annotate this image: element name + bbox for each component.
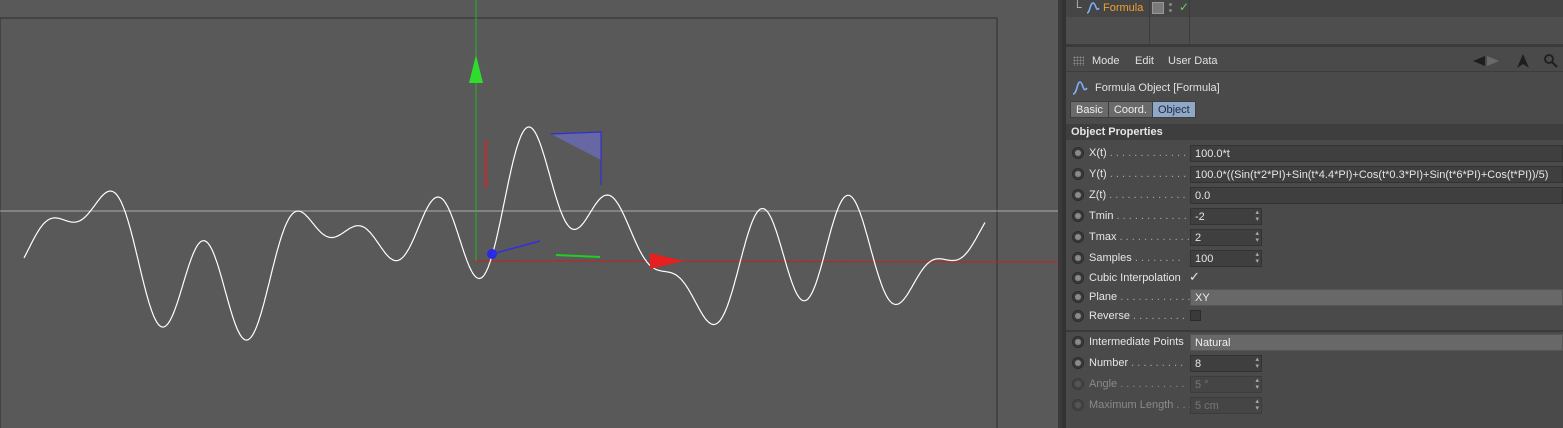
prop-label: Tmin xyxy=(1089,210,1114,222)
animate-radio-icon[interactable] xyxy=(1072,252,1084,264)
prop-zt: Z(t) . . . . . . . . . . . . . 0.0 xyxy=(1066,185,1563,206)
tmin-stepper[interactable]: -2 xyxy=(1190,208,1262,225)
animate-radio-icon[interactable] xyxy=(1072,357,1084,369)
maximum-length-stepper: 5 cm xyxy=(1190,397,1262,414)
menu-mode[interactable]: Mode xyxy=(1092,55,1120,67)
right-panel: └ Formula ✓ Mode Edit User Data Formula … xyxy=(1066,0,1563,428)
animate-radio-icon[interactable] xyxy=(1072,147,1084,159)
prop-maximum-length: Maximum Length . . . . 5 cm xyxy=(1066,395,1563,416)
plane-handle-blue[interactable] xyxy=(551,132,601,160)
column-separator xyxy=(1189,0,1190,47)
prop-cubic-interpolation: Cubic Interpolation ✓ xyxy=(1066,268,1563,289)
animate-radio-icon xyxy=(1072,378,1084,390)
tab-coord[interactable]: Coord. xyxy=(1107,101,1153,118)
animate-radio-icon[interactable] xyxy=(1072,168,1084,180)
viewport[interactable] xyxy=(0,0,1062,428)
cubic-interpolation-checkbox[interactable]: ✓ xyxy=(1189,269,1200,285)
animate-radio-icon[interactable] xyxy=(1072,189,1084,201)
formula-spline-curve[interactable] xyxy=(23,126,986,341)
object-title: Formula Object [Formula] xyxy=(1095,82,1220,94)
samples-stepper[interactable]: 100 xyxy=(1190,250,1262,267)
xt-input[interactable]: 100.0*t xyxy=(1190,145,1563,162)
menu-user-data[interactable]: User Data xyxy=(1168,55,1218,67)
attribute-toolbar: Mode Edit User Data xyxy=(1066,50,1563,72)
plane-dropdown[interactable]: XY xyxy=(1190,289,1563,306)
yt-input[interactable]: 100.0*((Sin(t*2*PI)+Sin(t*4.4*PI)+Cos(t*… xyxy=(1190,166,1563,183)
prop-samples: Samples . . . . . . . . 100 xyxy=(1066,248,1563,269)
x-axis-arrow-handle[interactable] xyxy=(650,253,684,269)
checkmark-icon[interactable]: ✓ xyxy=(1179,0,1189,14)
prop-xt: X(t) . . . . . . . . . . . . . 100.0*t xyxy=(1066,143,1563,164)
tab-basic[interactable]: Basic xyxy=(1070,101,1109,118)
prop-tmax: Tmax . . . . . . . . . . . . 2 xyxy=(1066,227,1563,248)
object-title-row: Formula Object [Formula] xyxy=(1066,78,1563,98)
prop-label: Reverse xyxy=(1089,310,1130,322)
section-title: Object Properties xyxy=(1071,126,1163,138)
plane-handle-green[interactable] xyxy=(555,254,601,258)
intermediate-points-dropdown[interactable]: Natural xyxy=(1190,334,1563,351)
pointer-arrow-icon[interactable] xyxy=(1516,53,1530,69)
viewport-canvas[interactable] xyxy=(0,0,1062,428)
prop-angle: Angle . . . . . . . . . . . 5 ° xyxy=(1066,374,1563,395)
prop-label: Z(t) xyxy=(1089,189,1107,201)
animate-radio-icon xyxy=(1072,399,1084,411)
animate-radio-icon[interactable] xyxy=(1072,272,1084,284)
attribute-tabs: Basic Coord. Object xyxy=(1070,101,1196,118)
prop-label: Number xyxy=(1089,357,1129,369)
tab-object[interactable]: Object xyxy=(1151,101,1196,118)
tree-branch-icon: └ xyxy=(1073,0,1082,14)
prop-label: Angle xyxy=(1089,378,1118,390)
prop-label: X(t) xyxy=(1089,147,1107,159)
visibility-dots-icon[interactable] xyxy=(1169,2,1179,14)
zt-input[interactable]: 0.0 xyxy=(1190,187,1563,204)
section-header: Object Properties xyxy=(1066,124,1563,140)
grip-icon[interactable] xyxy=(1073,56,1084,66)
prop-label: Intermediate Points xyxy=(1089,336,1184,348)
formula-spline-icon xyxy=(1086,2,1100,14)
phong-tag-icon[interactable] xyxy=(1152,2,1164,14)
prop-reverse: Reverse . . . . . . . . . xyxy=(1066,306,1563,327)
angle-stepper: 5 ° xyxy=(1190,376,1262,393)
prop-plane: Plane . . . . . . . . . . . . XY xyxy=(1066,287,1563,308)
prop-yt: Y(t) . . . . . . . . . . . . . 100.0*((S… xyxy=(1066,164,1563,185)
tmax-stepper[interactable]: 2 xyxy=(1190,229,1262,246)
animate-radio-icon[interactable] xyxy=(1072,336,1084,348)
prop-label: Cubic Interpolation xyxy=(1089,272,1181,284)
prop-label: Plane xyxy=(1089,291,1118,303)
animate-radio-icon[interactable] xyxy=(1072,231,1084,243)
object-manager[interactable]: └ Formula ✓ xyxy=(1066,0,1563,47)
world-x-axis-line xyxy=(473,260,1058,263)
render-safe-frame xyxy=(0,17,998,428)
prop-label: Tmax xyxy=(1089,231,1117,243)
prop-number: Number . . . . . . . . . 8 xyxy=(1066,353,1563,374)
y-axis-arrow-handle[interactable] xyxy=(469,55,483,83)
formula-spline-icon xyxy=(1072,81,1088,95)
object-name[interactable]: Formula xyxy=(1103,2,1143,14)
prop-label: Samples xyxy=(1089,252,1132,264)
animate-radio-icon[interactable] xyxy=(1072,310,1084,322)
z-axis-line xyxy=(491,240,541,255)
prop-intermediate-points: Intermediate Points Natural xyxy=(1066,332,1563,353)
animate-radio-icon[interactable] xyxy=(1072,210,1084,222)
prop-tmin: Tmin . . . . . . . . . . . . -2 xyxy=(1066,206,1563,227)
object-row-formula[interactable]: └ Formula ✓ xyxy=(1066,0,1563,47)
prop-label: Maximum Length xyxy=(1089,399,1174,411)
reverse-checkbox[interactable] xyxy=(1190,310,1201,321)
animate-radio-icon[interactable] xyxy=(1072,291,1084,303)
move-gizmo[interactable] xyxy=(469,55,684,269)
number-stepper[interactable]: 8 xyxy=(1190,355,1262,372)
prop-label: Y(t) xyxy=(1089,168,1107,180)
column-separator xyxy=(1149,0,1150,47)
search-icon[interactable] xyxy=(1543,53,1559,69)
menu-edit[interactable]: Edit xyxy=(1135,55,1154,67)
back-forward-arrows-icon[interactable] xyxy=(1471,53,1501,69)
